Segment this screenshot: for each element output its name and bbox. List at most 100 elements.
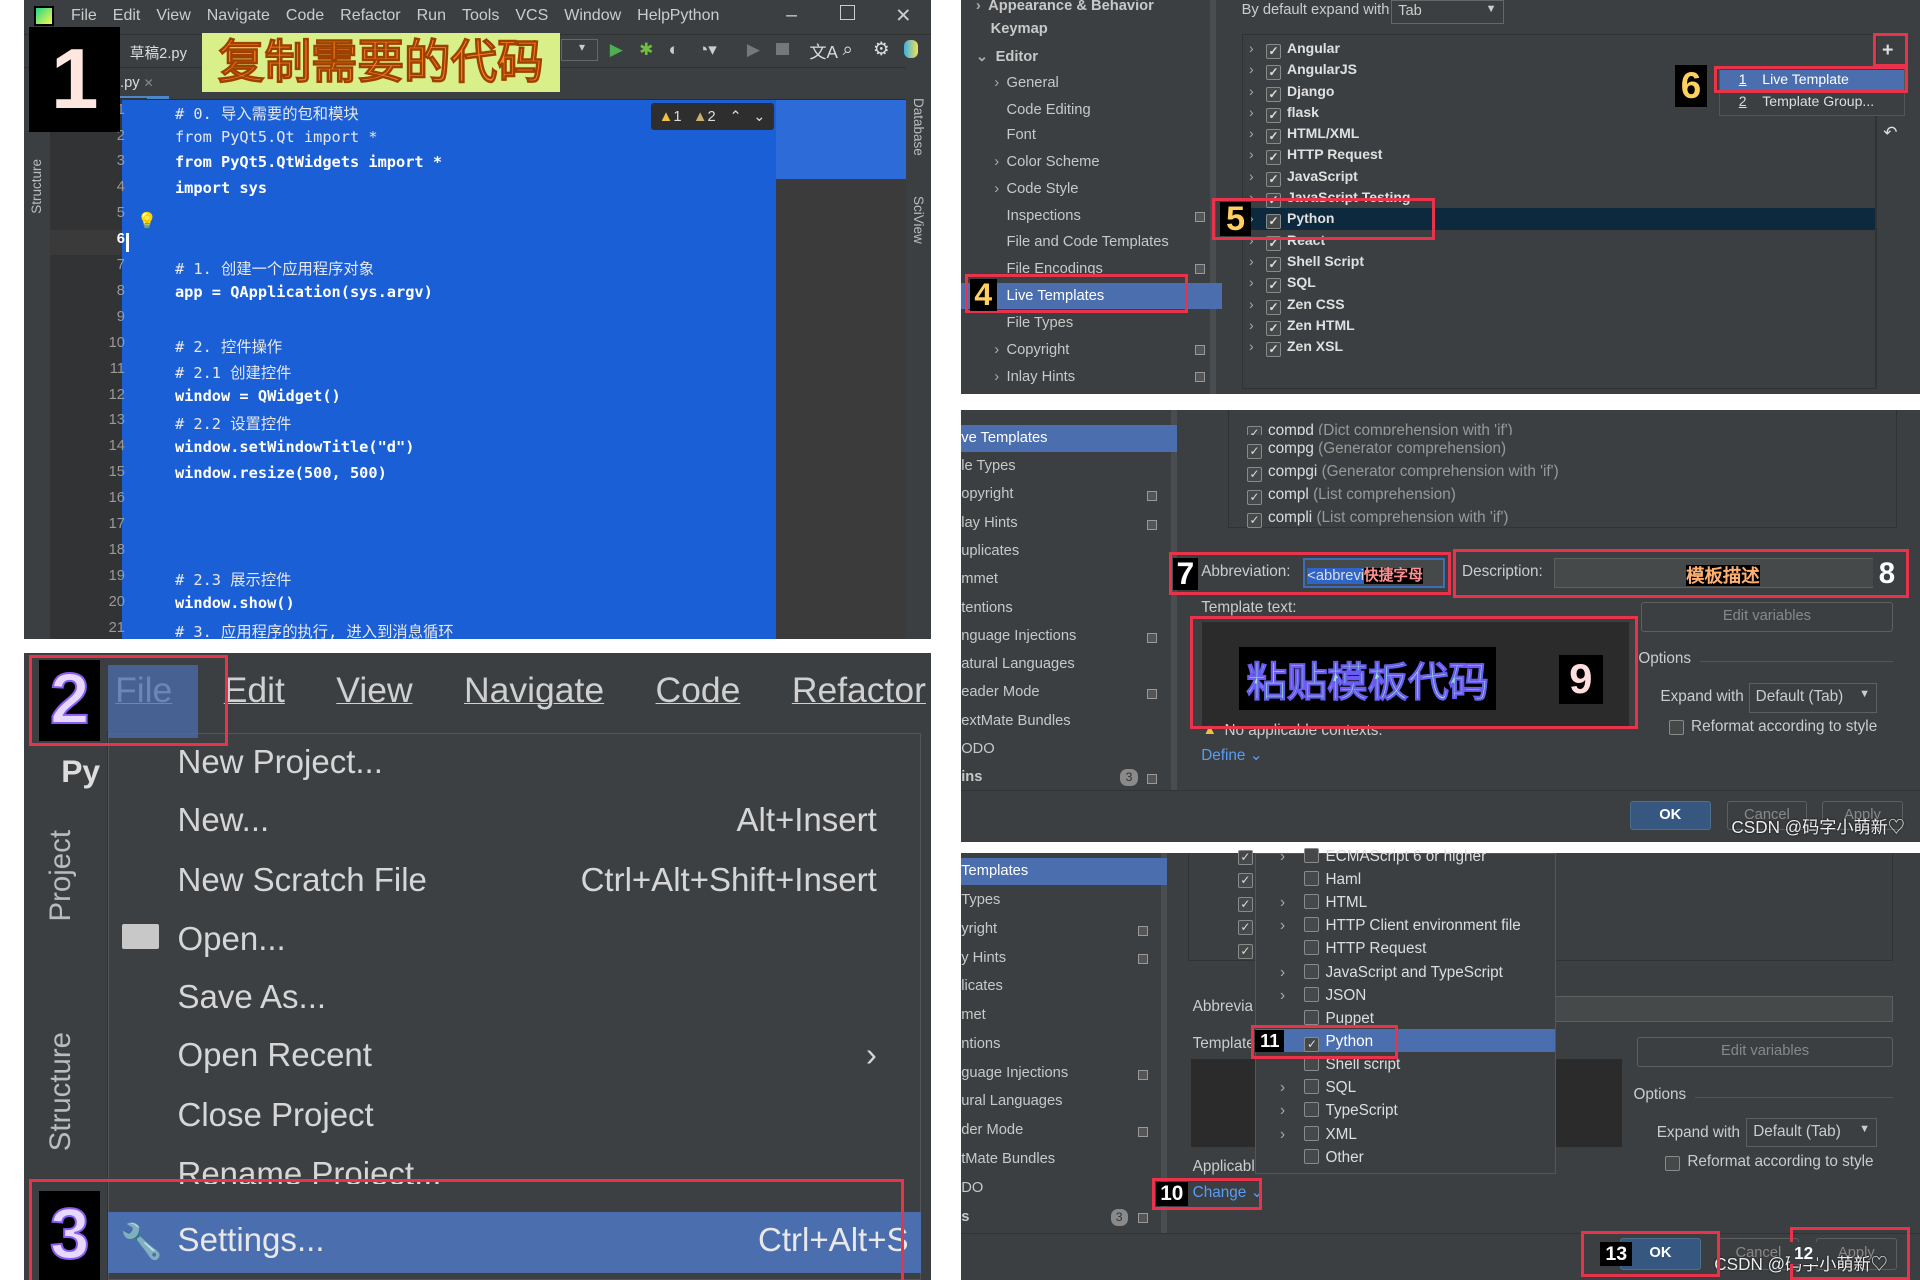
- menu-item-settings[interactable]: 🔧 Settings... Ctrl+Alt+S: [107, 1212, 921, 1274]
- sidebar-item[interactable]: met: [961, 1007, 985, 1023]
- context-javascript-and-typescript[interactable]: › JavaScript and TypeScript: [1280, 961, 1556, 984]
- template-item[interactable]: ✓ compl (List comprehension): [1247, 486, 1456, 505]
- chevron-right-icon[interactable]: ›: [1249, 187, 1266, 208]
- file-breadcrumb[interactable]: 草稿2.py: [130, 42, 187, 63]
- minimap-viewport[interactable]: [776, 100, 907, 179]
- reformat-checkbox[interactable]: [1665, 1155, 1681, 1171]
- description-input[interactable]: 模板描述: [1553, 558, 1892, 588]
- chevron-right-icon[interactable]: ›: [1280, 891, 1304, 914]
- translate-icon[interactable]: 文A: [809, 38, 838, 63]
- sidebar-item-appearance-behavior[interactable]: › Appearance & Behavior: [976, 0, 1154, 14]
- chevron-right-icon[interactable]: ›: [1280, 984, 1304, 1007]
- menu-item[interactable]: Tools: [462, 7, 499, 34]
- chevron-right-icon[interactable]: ›: [1280, 1076, 1304, 1099]
- menu-item[interactable]: Window: [564, 7, 621, 34]
- sidebar-item-color-scheme[interactable]: › Color Scheme: [994, 154, 1099, 170]
- sidebar-item[interactable]: ins: [961, 769, 982, 785]
- context-checkbox[interactable]: [1304, 871, 1320, 887]
- group-checkbox[interactable]: ✓: [1266, 257, 1281, 273]
- sidebar-item[interactable]: DO: [961, 1180, 983, 1196]
- sidebar-item[interactable]: licates: [961, 978, 1003, 994]
- context-shell-script[interactable]: Shell script: [1280, 1053, 1556, 1076]
- template-group-flask[interactable]: › ✓ flask: [1249, 102, 1319, 123]
- menu-item[interactable]: Edit: [216, 660, 292, 731]
- resume-icon[interactable]: ▶: [747, 39, 760, 60]
- context-checkbox[interactable]: [1304, 963, 1320, 979]
- run-icon[interactable]: ▶: [610, 39, 623, 60]
- sidebar-item[interactable]: ural Languages: [961, 1093, 1062, 1109]
- sidebar-item-keymap[interactable]: Keymap: [991, 21, 1048, 37]
- sidebar-item[interactable]: le Types: [961, 458, 1015, 474]
- chevron-right-icon[interactable]: ›: [1280, 845, 1304, 868]
- context-checkbox[interactable]: [1304, 986, 1320, 1002]
- minimize-button[interactable]: –: [786, 4, 797, 27]
- context-other[interactable]: Other: [1280, 1146, 1556, 1169]
- sidebar-item-file-and-code-templates[interactable]: File and Code Templates: [1007, 234, 1169, 250]
- group-checkbox[interactable]: ✓: [1266, 320, 1281, 336]
- sidebar-item[interactable]: Templates: [961, 863, 1028, 879]
- sidebar-item[interactable]: y Hints: [961, 950, 1006, 966]
- sidebar-item-editor[interactable]: ⌄ Editor: [976, 48, 1038, 65]
- template-group-javascript[interactable]: › ✓ JavaScript: [1249, 166, 1358, 187]
- chevron-right-icon[interactable]: ›: [1249, 315, 1266, 336]
- sidebar-item[interactable]: uplicates: [961, 543, 1019, 559]
- profile-icon[interactable]: ◔▾: [698, 39, 717, 60]
- context-http-request[interactable]: HTTP Request: [1280, 937, 1556, 960]
- menu-item-live-template[interactable]: 1 Live Template: [1720, 69, 1905, 91]
- close-button[interactable]: ✕: [895, 4, 911, 28]
- chevron-right-icon[interactable]: ›: [1280, 1123, 1304, 1146]
- context-checkbox[interactable]: [1304, 1125, 1320, 1141]
- template-group-zen-css[interactable]: › ✓ Zen CSS: [1249, 294, 1345, 315]
- context-checkbox[interactable]: [1304, 1102, 1320, 1118]
- group-checkbox[interactable]: ✓: [1266, 150, 1281, 166]
- group-checkbox[interactable]: ✓: [1266, 86, 1281, 102]
- context-haml[interactable]: Haml: [1280, 868, 1556, 891]
- group-checkbox[interactable]: ✓: [1266, 342, 1281, 358]
- sidebar-item-general[interactable]: › General: [994, 75, 1059, 91]
- menu-item-rename-project[interactable]: Rename Project...: [24, 1155, 920, 1184]
- run-config-dropdown[interactable]: ▾: [560, 39, 598, 62]
- menu-item[interactable]: Run: [417, 7, 446, 34]
- add-icon[interactable]: +: [1882, 39, 1893, 62]
- revert-icon[interactable]: ↶: [1883, 122, 1897, 143]
- context-json[interactable]: › JSON: [1280, 984, 1556, 1007]
- change-link[interactable]: Change ⌄: [1193, 1183, 1264, 1202]
- context-checkbox[interactable]: [1304, 917, 1320, 933]
- lightbulb-icon[interactable]: 💡: [137, 211, 157, 231]
- database-tool-tab[interactable]: Database: [911, 98, 926, 156]
- sidebar-item-inlay-hints[interactable]: › Inlay Hints: [994, 369, 1075, 385]
- group-checkbox[interactable]: ✓: [1266, 299, 1281, 315]
- menu-item[interactable]: Help: [637, 7, 670, 34]
- sidebar-item[interactable]: tentions: [961, 600, 1012, 616]
- chevron-right-icon[interactable]: ›: [1249, 81, 1266, 102]
- chevron-right-icon[interactable]: ›: [1249, 272, 1266, 293]
- sidebar-item[interactable]: eader Mode: [961, 684, 1039, 700]
- next-highlight-icon[interactable]: ⌄: [753, 109, 765, 125]
- expand-with-select[interactable]: Default (Tab) ▼: [1748, 683, 1878, 713]
- sidebar-item[interactable]: der Mode: [961, 1122, 1023, 1138]
- stop-icon[interactable]: [776, 42, 789, 56]
- plugin-icon[interactable]: [903, 40, 919, 58]
- template-checkbox[interactable]: ✓: [1247, 444, 1262, 460]
- sidebar-item[interactable]: ntions: [961, 1036, 1000, 1052]
- context-checkbox[interactable]: [1304, 1056, 1320, 1072]
- sidebar-item[interactable]: extMate Bundles: [961, 713, 1070, 729]
- template-item[interactable]: ✓ compli (List comprehension with 'if'): [1247, 509, 1508, 528]
- edit-variables-button[interactable]: Edit variables: [1637, 1037, 1894, 1067]
- context-checkbox[interactable]: [1304, 1079, 1320, 1095]
- sidebar-item[interactable]: s: [961, 1209, 969, 1225]
- define-link[interactable]: Define ⌄: [1201, 746, 1262, 765]
- sidebar-item-file-types[interactable]: File Types: [1007, 315, 1074, 331]
- context-checkbox[interactable]: [1304, 847, 1320, 863]
- expand-with-select[interactable]: Default (Tab) ▼: [1746, 1117, 1878, 1148]
- context-sql[interactable]: › SQL: [1280, 1076, 1556, 1099]
- template-group-react[interactable]: › ✓ React: [1249, 230, 1325, 251]
- template-checkbox[interactable]: ✓: [1237, 896, 1253, 912]
- template-group-django[interactable]: › ✓ Django: [1249, 81, 1334, 102]
- abbreviation-input[interactable]: [1555, 995, 1894, 1023]
- chevron-right-icon[interactable]: ›: [1249, 294, 1266, 315]
- menu-item[interactable]: Code: [286, 7, 324, 34]
- maximize-button[interactable]: [839, 4, 855, 20]
- edit-variables-button[interactable]: Edit variables: [1640, 602, 1894, 632]
- chevron-right-icon[interactable]: ›: [1249, 144, 1266, 165]
